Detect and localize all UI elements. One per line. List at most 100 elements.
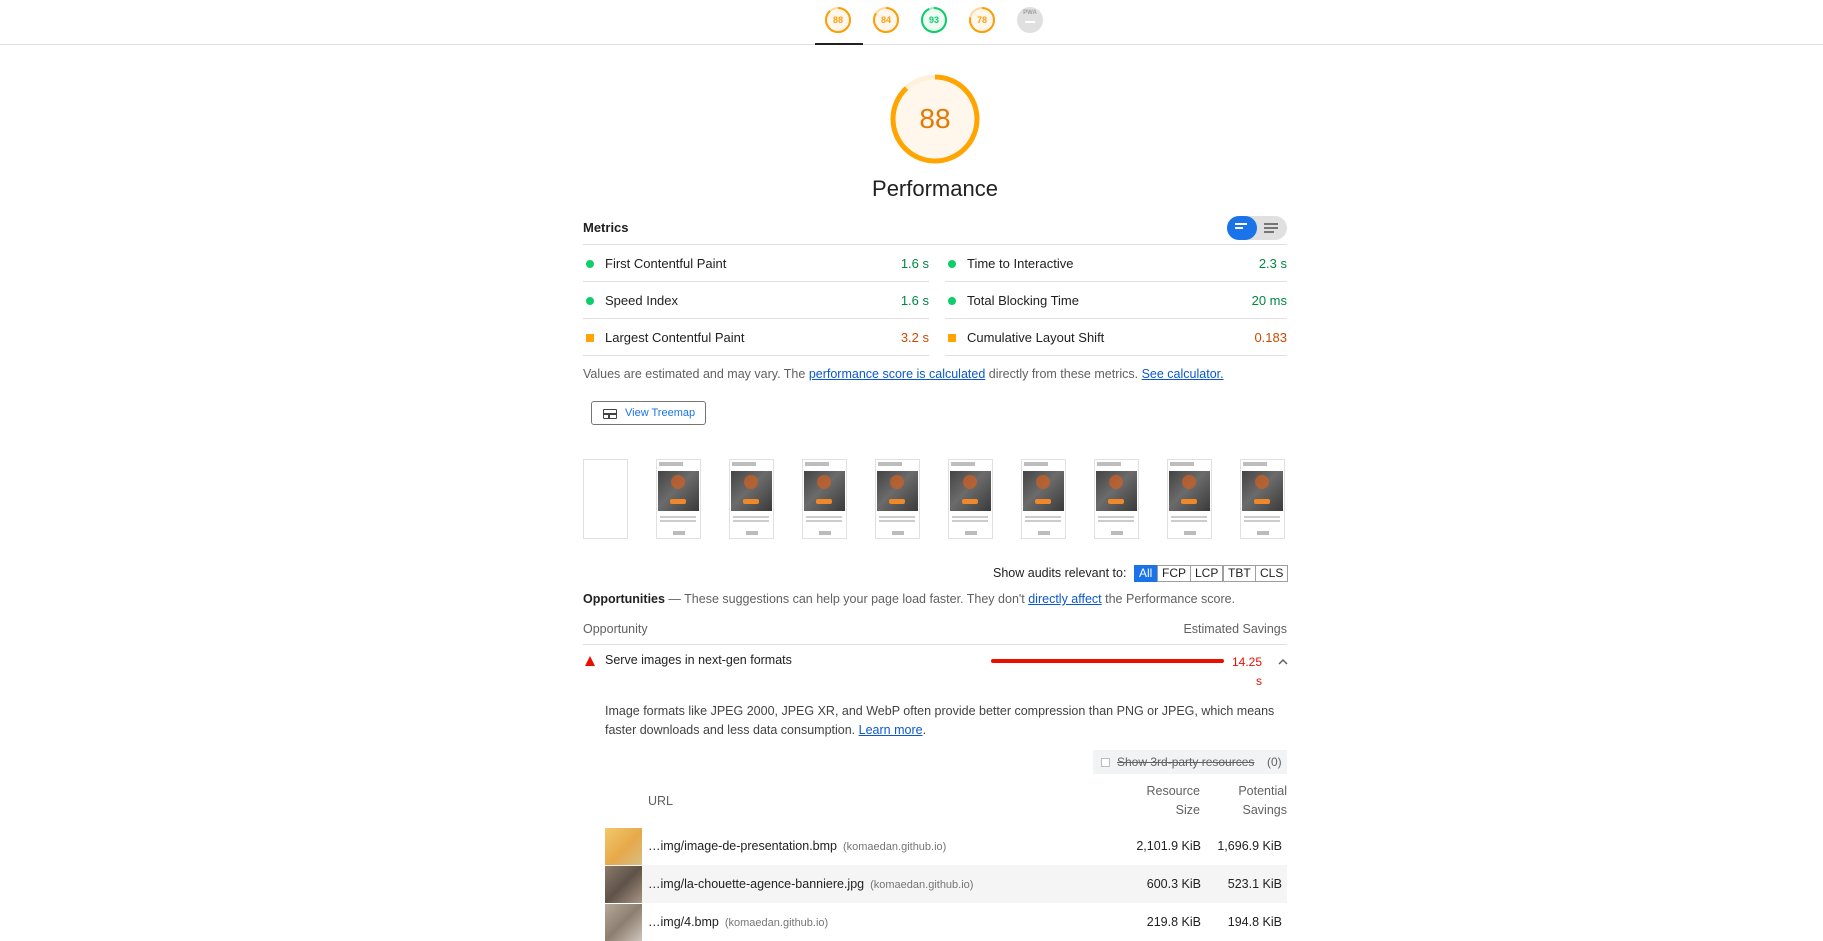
best-practices-gauge-tab[interactable]: 93 — [920, 6, 948, 34]
metric-name: First Contentful Paint — [605, 256, 727, 271]
third-party-filter[interactable]: Show 3rd-party resources (0) — [1093, 750, 1287, 774]
filmstrip-frame — [875, 459, 920, 539]
resource-url[interactable]: …img/image-de-presentation.bmp (komaedan.… — [648, 839, 946, 853]
savings-bar — [991, 659, 1224, 663]
note-text: directly from these metrics. — [985, 367, 1142, 381]
header-line: Size — [1175, 803, 1200, 817]
performance-score: 88 — [919, 103, 951, 134]
summary-view-icon[interactable] — [1235, 223, 1249, 233]
gauge-score: 93 — [928, 15, 939, 25]
average-square-icon — [586, 334, 594, 342]
table-row: …img/la-chouette-agence-banniere.jpg (kom… — [605, 865, 1287, 903]
url-host: (komaedan.github.io) — [724, 917, 829, 929]
pass-dot-icon — [586, 260, 594, 268]
savings-column-header: Estimated Savings — [1183, 622, 1287, 636]
pass-dot-icon — [586, 297, 594, 305]
gauge-score: 84 — [880, 15, 891, 25]
metric-cls: Cumulative Layout Shift 0.183 — [945, 319, 1287, 356]
savings-number: 14.25 — [1232, 655, 1263, 669]
average-square-icon — [948, 334, 956, 342]
metric-speed-index: Speed Index 1.6 s — [583, 282, 929, 319]
active-tab-indicator — [815, 43, 863, 45]
metrics-grid: First Contentful Paint 1.6 s Time to Int… — [583, 244, 1287, 356]
filmstrip-frame — [802, 459, 847, 539]
learn-more-link[interactable]: Learn more — [859, 723, 923, 737]
note-text: Values are estimated and may vary. The — [583, 367, 809, 381]
potential-savings: 194.8 KiB — [1227, 915, 1282, 929]
resource-size: 600.3 KiB — [1146, 877, 1201, 891]
third-party-label: Show 3rd-party resources — [1117, 755, 1255, 769]
filter-all-button[interactable]: All — [1134, 565, 1158, 582]
third-party-checkbox[interactable] — [1101, 758, 1110, 767]
audit-title[interactable]: Serve images in next-gen formats — [605, 653, 792, 667]
metric-fcp: First Contentful Paint 1.6 s — [583, 245, 929, 282]
potential-savings: 1,696.9 KiB — [1217, 839, 1282, 853]
metric-value: 1.6 s — [900, 256, 929, 271]
resource-size: 219.8 KiB — [1146, 915, 1201, 929]
resource-url[interactable]: …img/4.bmp (komaedan.github.io) — [648, 915, 828, 929]
resource-size-header: Resource Size — [1130, 782, 1201, 820]
metric-name: Cumulative Layout Shift — [967, 330, 1105, 345]
filmstrip-frame — [1240, 459, 1285, 539]
filter-fcp-button[interactable]: FCP — [1157, 565, 1191, 582]
header-line: Savings — [1242, 803, 1287, 817]
filmstrip-frame — [729, 459, 774, 539]
filmstrip-frame — [1021, 459, 1066, 539]
pwa-gauge-tab[interactable]: PWA — [1016, 6, 1044, 34]
period: . — [922, 723, 927, 737]
url-column-header: URL — [648, 794, 674, 808]
metric-value: 1.6 s — [900, 293, 929, 308]
divider — [583, 644, 1287, 645]
opportunities-desc: — These suggestions can help your page l… — [664, 592, 1029, 606]
header-line: Resource — [1146, 784, 1201, 798]
view-treemap-button[interactable]: View Treemap — [591, 401, 706, 425]
expanded-view-icon[interactable] — [1264, 223, 1278, 233]
table-row: …img/4.bmp (komaedan.github.io) 219.8 KiB… — [605, 903, 1287, 941]
url-path[interactable]: …img/image-de-presentation.bmp — [648, 839, 837, 853]
treemap-button-label: View Treemap — [625, 407, 696, 419]
image-thumbnail — [605, 866, 642, 903]
chevron-up-icon[interactable] — [1276, 655, 1290, 669]
filter-cls-button[interactable]: CLS — [1255, 565, 1289, 582]
opportunities-desc-suffix: the Performance score. — [1101, 592, 1236, 606]
image-thumbnail — [605, 828, 642, 865]
metrics-view-toggle[interactable] — [1227, 216, 1287, 240]
metric-name: Speed Index — [605, 293, 679, 308]
treemap-icon — [603, 409, 617, 419]
filmstrip-frame — [948, 459, 993, 539]
opportunities-title: Opportunities — [583, 592, 665, 606]
seo-gauge-tab[interactable]: 78 — [968, 6, 996, 34]
see-calculator-link[interactable]: See calculator. — [1142, 367, 1224, 381]
filter-tbt-button[interactable]: TBT — [1223, 565, 1256, 582]
metric-value: 20 ms — [1251, 293, 1287, 308]
audit-savings: 14.25 s — [1232, 653, 1262, 691]
metric-tbt: Total Blocking Time 20 ms — [945, 282, 1287, 319]
metric-value: 3.2 s — [900, 330, 929, 345]
performance-gauge-tab[interactable]: 88 — [824, 6, 852, 34]
performance-score-gauge: 88 — [888, 72, 982, 166]
score-calculated-link[interactable]: performance score is calculated — [809, 367, 985, 381]
accessibility-gauge-tab[interactable]: 84 — [872, 6, 900, 34]
filter-lcp-button[interactable]: LCP — [1190, 565, 1224, 582]
metric-name: Time to Interactive — [967, 256, 1074, 271]
pass-dot-icon — [948, 297, 956, 305]
third-party-count: (0) — [1267, 755, 1282, 769]
audit-filter-label: Show audits relevant to: — [993, 566, 1127, 580]
category-title: Performance — [872, 176, 998, 201]
metrics-note: Values are estimated and may vary. The p… — [583, 367, 1224, 381]
pass-dot-icon — [948, 260, 956, 268]
metric-value: 2.3 s — [1258, 256, 1287, 271]
image-thumbnail — [605, 904, 642, 941]
metric-name: Total Blocking Time — [967, 293, 1079, 308]
report-header: 88 84 93 78 PWA — [0, 0, 1823, 45]
directly-affect-link[interactable]: directly affect — [1028, 592, 1101, 606]
url-path[interactable]: …img/4.bmp — [648, 915, 719, 929]
url-host: (komaedan.github.io) — [870, 879, 974, 891]
gauge-score: 78 — [976, 15, 987, 25]
audit-description: Image formats like JPEG 2000, JPEG XR, a… — [605, 702, 1285, 740]
url-path[interactable]: …img/la-chouette-agence-banniere.jpg — [648, 877, 864, 891]
gauge-score: 88 — [832, 15, 843, 25]
resource-url[interactable]: …img/la-chouette-agence-banniere.jpg (kom… — [648, 877, 973, 891]
metric-lcp: Largest Contentful Paint 3.2 s — [583, 319, 929, 356]
filmstrip-frame — [1167, 459, 1212, 539]
